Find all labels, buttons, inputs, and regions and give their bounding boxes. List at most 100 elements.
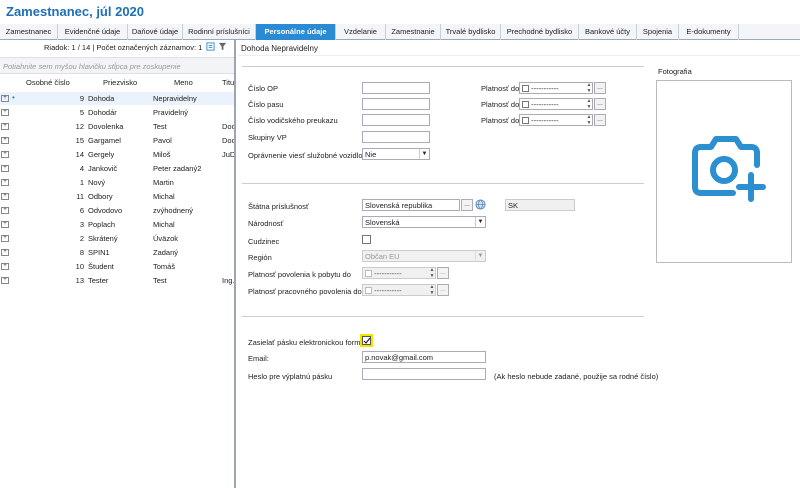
table-row[interactable]: +10 Študent Tomáš [0, 260, 234, 273]
opravnenie-value: Nie [365, 150, 377, 159]
table-row[interactable]: +1 Nový Martin [0, 176, 234, 189]
expand-icon[interactable]: + [1, 235, 9, 242]
expand-icon[interactable]: + [1, 277, 9, 284]
cell-osobne-cislo: 15 [75, 136, 84, 145]
platnost-do-calendar-button[interactable]: ... [594, 114, 606, 126]
table-row[interactable]: +14 Gergely Miloš JuDr. [0, 148, 234, 161]
table-row[interactable]: +11 Odbory Michal [0, 190, 234, 203]
table-row[interactable]: +8 SPIN1 Zadaný [0, 246, 234, 259]
platnost-do-date-1[interactable]: ----------- [519, 98, 593, 110]
filter-icon[interactable] [218, 42, 227, 51]
tab-7[interactable]: Trvalé bydlisko [441, 24, 501, 40]
cell-meno: Úväzok [153, 234, 179, 243]
tab-10[interactable]: Spojenia [637, 24, 679, 40]
cislo-vodic-input[interactable] [362, 114, 430, 126]
tab-8[interactable]: Prechodné bydlisko [501, 24, 579, 40]
cell-meno: Miloš [153, 150, 171, 159]
label-opravnenie: Oprávnenie viesť služobné vozidlo [248, 151, 363, 160]
add-photo-camera-icon[interactable] [687, 131, 767, 203]
table-row[interactable]: +15 Gargamel Pavol Doc. [0, 134, 234, 147]
platnost-pobyt-spinner: ▲ ▼ [429, 267, 435, 279]
expand-icon[interactable]: + [1, 151, 9, 158]
platnost-do-date-2[interactable]: ----------- [519, 114, 593, 126]
tab-5[interactable]: Vzdelanie [336, 24, 386, 40]
col-header-osobne-cislo[interactable]: Osobné číslo [26, 78, 70, 87]
expand-icon[interactable]: + [1, 137, 9, 144]
globe-icon[interactable] [475, 199, 486, 210]
platnost-do-date-0[interactable]: ----------- [519, 82, 593, 94]
platnost-do-check[interactable] [522, 85, 529, 92]
expand-icon[interactable]: + [1, 179, 9, 186]
platnost-prac-calendar-button: ... [437, 284, 449, 296]
platnost-do-spinner[interactable]: ▲ ▼ [585, 82, 593, 94]
cell-meno: Peter zadaný2 [153, 164, 202, 173]
expand-icon[interactable]: + [1, 95, 9, 102]
cislo-pasu-input[interactable] [362, 98, 430, 110]
platnost-pobyt-date: ----------- [362, 267, 436, 279]
chevron-down-icon[interactable]: ▼ [419, 149, 429, 159]
cell-priezvisko: Tester [88, 276, 109, 285]
tab-9[interactable]: Bankové účty [579, 24, 637, 40]
current-row-marker-icon: • [12, 93, 15, 102]
tab-2[interactable]: Daňové údaje [128, 24, 183, 40]
table-row[interactable]: +4 Jankovič Peter zadaný2 [0, 162, 234, 175]
table-row[interactable]: +12 Dovolenka Test Doc. [0, 120, 234, 133]
tab-6[interactable]: Zamestnanie [386, 24, 441, 40]
email-input[interactable]: p.novak@gmail.com [362, 351, 486, 363]
narodnost-select[interactable]: Slovenská ▼ [362, 216, 486, 228]
cell-osobne-cislo: 12 [75, 122, 84, 131]
expand-icon[interactable]: + [1, 207, 9, 214]
cell-osobne-cislo: 9 [79, 94, 84, 103]
cell-priezvisko: Dohodár [88, 108, 117, 117]
label-zasielat: Zasielať pásku elektronickou formou [248, 338, 369, 347]
expand-icon[interactable]: + [1, 249, 9, 256]
platnost-do-value: ----------- [531, 116, 559, 125]
cislo-op-input[interactable] [362, 82, 430, 94]
photo-frame[interactable] [656, 80, 792, 263]
expand-icon[interactable]: + [1, 221, 9, 228]
skupiny-vp-input[interactable] [362, 131, 430, 143]
opravnenie-select[interactable]: Nie ▼ [362, 148, 430, 160]
platnost-do-calendar-button[interactable]: ... [594, 82, 606, 94]
table-row[interactable]: +13 Tester Test Ing. [0, 274, 234, 287]
expand-icon[interactable]: + [1, 165, 9, 172]
cell-priezvisko: Gargamel [88, 136, 121, 145]
expand-icon[interactable]: + [1, 193, 9, 200]
expand-icon[interactable]: + [1, 109, 9, 116]
tab-0[interactable]: Zamestnanec [0, 24, 58, 40]
platnost-do-check[interactable] [522, 117, 529, 124]
heslo-input[interactable] [362, 368, 486, 380]
platnost-do-spinner[interactable]: ▲ ▼ [585, 114, 593, 126]
platnost-do-check[interactable] [522, 101, 529, 108]
chevron-down-icon[interactable]: ▼ [475, 217, 485, 227]
region-value: Občan EU [365, 252, 400, 261]
zasielat-checkbox[interactable] [362, 336, 371, 345]
table-row[interactable]: +5 Dohodár Pravidelný [0, 106, 234, 119]
table-row[interactable]: +6 Odvodovo zvýhodnený [0, 204, 234, 217]
expand-icon[interactable]: + [1, 263, 9, 270]
cell-priezvisko: Študent [88, 262, 114, 271]
statna-prislusnost-input[interactable]: Slovenská republika [362, 199, 460, 211]
table-row[interactable]: +3 Poplach Michal [0, 218, 234, 231]
col-header-priezvisko[interactable]: Priezvisko [103, 78, 137, 87]
tab-3[interactable]: Rodinní príslušníci [183, 24, 256, 40]
platnost-do-calendar-button[interactable]: ... [594, 98, 606, 110]
group-by-hint[interactable]: Potiahnite sem myšou hlavičku stĺpca pre… [0, 57, 234, 74]
statna-lookup-button[interactable]: ... [461, 199, 473, 211]
expand-icon[interactable]: + [1, 123, 9, 130]
table-row[interactable]: +2 Skrátený Úväzok [0, 232, 234, 245]
cell-osobne-cislo: 5 [79, 108, 84, 117]
table-row[interactable]: + • 9 Dohoda Nepravidelny [0, 92, 234, 105]
tab-1[interactable]: Evidenčné údaje [58, 24, 128, 40]
label-platnost-prac: Platnosť pracovného povolenia do [248, 287, 362, 296]
tab-11[interactable]: E-dokumenty [679, 24, 739, 40]
export-icon[interactable] [206, 42, 215, 51]
col-header-meno[interactable]: Meno [174, 78, 193, 87]
cell-meno: Test [153, 276, 167, 285]
tab-4[interactable]: Personálne údaje [256, 24, 336, 40]
cell-osobne-cislo: 8 [79, 248, 84, 257]
platnost-do-spinner[interactable]: ▲ ▼ [585, 98, 593, 110]
heslo-note: (Ak heslo nebude zadané, použije sa rodn… [494, 372, 659, 381]
cudzinec-checkbox[interactable] [362, 235, 371, 244]
col-header-titul[interactable]: Titu [222, 78, 234, 87]
